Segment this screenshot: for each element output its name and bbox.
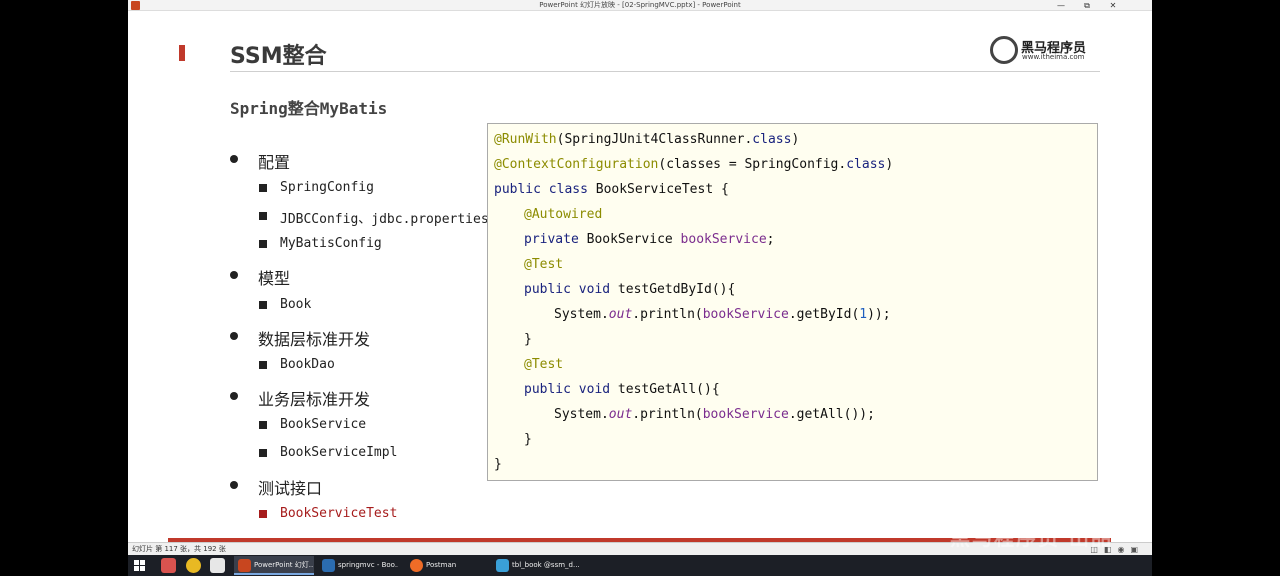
- code-line: private BookService bookService;: [524, 232, 775, 247]
- square-bullet-icon: [259, 510, 267, 518]
- title-bar: PowerPoint 幻灯片放映 - [02-SpringMVC.pptx] -…: [128, 0, 1152, 11]
- outline-subitem: BookDao: [280, 357, 335, 372]
- taskbar-item-powerpoint[interactable]: PowerPoint 幻灯...: [234, 556, 314, 575]
- code-line: @ContextConfiguration(classes = SpringCo…: [494, 157, 894, 172]
- square-bullet-icon: [259, 361, 267, 369]
- outline-subitem: Book: [280, 297, 312, 312]
- outline-item: 模型: [258, 269, 291, 288]
- code-line: @RunWith(SpringJUnit4ClassRunner.class): [494, 132, 800, 147]
- code-block: @RunWith(SpringJUnit4ClassRunner.class) …: [487, 123, 1098, 481]
- outline-item: 数据层标准开发: [258, 330, 371, 349]
- itheima-logo: 黑马程序员 www.itheima.com: [990, 34, 1090, 64]
- logo-mark-icon: [990, 36, 1018, 64]
- file-explorer-icon[interactable]: [210, 558, 225, 573]
- code-line: @Autowired: [524, 207, 603, 222]
- taskbar-item-intellij[interactable]: springmvc - Boo...: [318, 556, 398, 575]
- code-line: System.out.println(bookService.getAll())…: [554, 407, 875, 422]
- bullet-icon: [230, 481, 238, 489]
- code-line: public void testGetdById(){: [524, 282, 736, 297]
- taskbar-item-postman[interactable]: Postman: [406, 556, 486, 575]
- square-bullet-icon: [259, 301, 267, 309]
- taskbar: PowerPoint 幻灯... springmvc - Boo... Post…: [128, 555, 1152, 576]
- title-divider: [230, 71, 1100, 72]
- code-line: }: [524, 432, 532, 447]
- slide-subtitle: Spring整合MyBatis: [230, 99, 388, 118]
- outline-item: 配置: [258, 153, 291, 172]
- code-line: public void testGetAll(){: [524, 382, 720, 397]
- title-accent-bar: [179, 45, 185, 61]
- slide[interactable]: SSM整合 黑马程序员 www.itheima.com Spring整合MyBa…: [168, 12, 1111, 542]
- database-icon: [496, 559, 509, 572]
- chrome-icon[interactable]: [186, 558, 201, 573]
- outline-item: 业务层标准开发: [258, 390, 371, 409]
- intellij-icon: [322, 559, 335, 572]
- code-line: }: [494, 457, 502, 472]
- bullet-icon: [230, 271, 238, 279]
- code-line: public class BookServiceTest {: [494, 182, 729, 197]
- code-line: }: [524, 332, 532, 347]
- outline-subitem: BookServiceImpl: [280, 445, 398, 460]
- powerpoint-window: PowerPoint 幻灯片放映 - [02-SpringMVC.pptx] -…: [128, 0, 1152, 555]
- logo-url: www.itheima.com: [1022, 53, 1085, 61]
- taskbar-item-database[interactable]: tbl_book @ssm_d...: [492, 556, 582, 575]
- square-bullet-icon: [259, 421, 267, 429]
- screen: PowerPoint 幻灯片放映 - [02-SpringMVC.pptx] -…: [0, 0, 1280, 576]
- postman-icon: [410, 559, 423, 572]
- minimize-button[interactable]: —: [1048, 0, 1074, 11]
- bullet-icon: [230, 332, 238, 340]
- close-button[interactable]: ✕: [1100, 0, 1126, 11]
- code-line: System.out.println(bookService.getById(1…: [554, 307, 891, 322]
- slide-title: SSM整合: [230, 44, 327, 69]
- slide-counter: 幻灯片 第 117 张，共 192 张: [132, 545, 226, 553]
- code-line: @Test: [524, 257, 564, 272]
- windows-start-icon[interactable]: [134, 560, 145, 571]
- bullet-icon: [230, 155, 238, 163]
- outline-subitem: SpringConfig: [280, 180, 374, 195]
- outline-item: 测试接口: [258, 479, 323, 498]
- outline-subitem: MyBatisConfig: [280, 236, 382, 251]
- bullet-icon: [230, 392, 238, 400]
- square-bullet-icon: [259, 212, 267, 220]
- outline-subitem: JDBCConfig、jdbc.properties: [280, 212, 489, 227]
- outline-subitem: BookService: [280, 417, 367, 432]
- square-bullet-icon: [259, 240, 267, 248]
- watermark: 黑马程序员 出品: [950, 526, 1113, 550]
- app-tray-icon[interactable]: [161, 558, 176, 573]
- maximize-button[interactable]: ⧉: [1074, 0, 1100, 11]
- powerpoint-icon: [238, 559, 251, 572]
- window-title: PowerPoint 幻灯片放映 - [02-SpringMVC.pptx] -…: [539, 1, 741, 9]
- code-line: @Test: [524, 357, 564, 372]
- outline-subitem-highlighted: BookServiceTest: [280, 506, 398, 521]
- square-bullet-icon: [259, 184, 267, 192]
- square-bullet-icon: [259, 449, 267, 457]
